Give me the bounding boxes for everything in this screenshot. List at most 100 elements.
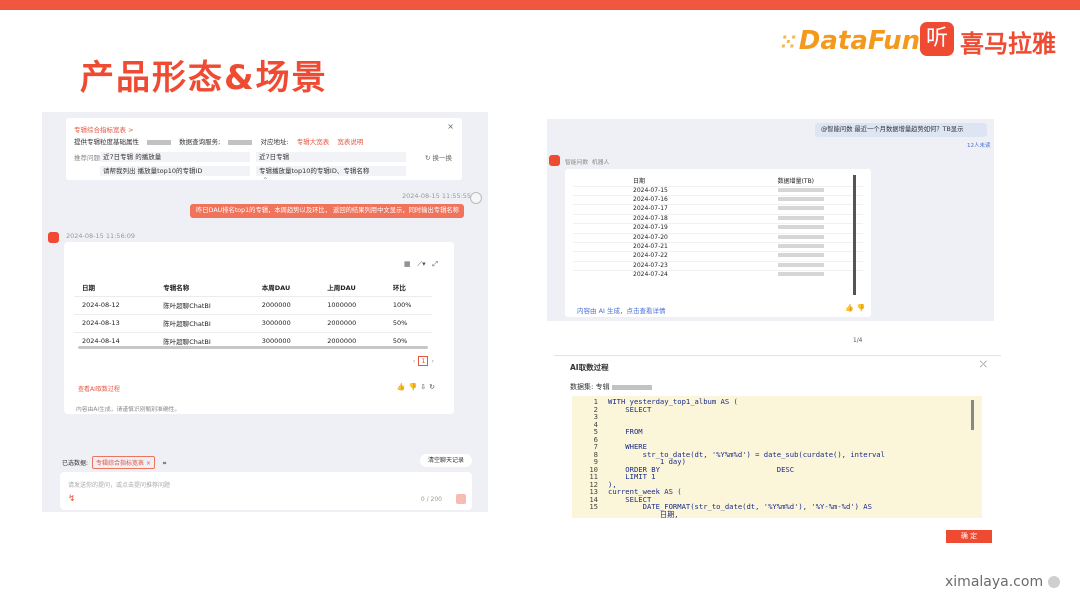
chevron-up-icon[interactable]: ⌃ bbox=[262, 176, 269, 185]
value-cell bbox=[697, 260, 863, 271]
horizontal-scrollbar[interactable] bbox=[78, 346, 428, 349]
table-row: 2024-07-21 bbox=[573, 241, 863, 252]
table-row: 2024-07-19 bbox=[573, 223, 863, 234]
date-cell: 2024-07-19 bbox=[573, 223, 698, 234]
send-button[interactable] bbox=[456, 494, 466, 504]
masked-value bbox=[777, 243, 824, 248]
date-cell: 2024-07-23 bbox=[573, 260, 698, 271]
next-page-icon[interactable]: › bbox=[431, 357, 434, 365]
input-placeholder: 请发送你的提问，或点击提问推荐问题 bbox=[68, 482, 171, 489]
selected-data-chip[interactable]: 专辑综合指标宽表 × bbox=[92, 456, 155, 469]
user-message: 昨日DAU排名top1的专辑，本周趋势以及环比， 返回的结果列用中文显示，同时输… bbox=[190, 204, 464, 218]
code-scrollbar[interactable] bbox=[971, 400, 974, 430]
result-table: 日期 专辑名称 本周DAU 上周DAU 环比 2024-08-12 陈叶超聊Cha… bbox=[74, 278, 432, 350]
expand-icon[interactable]: ⤢ bbox=[432, 260, 438, 268]
ai-icon[interactable]: ↯ bbox=[68, 494, 76, 504]
question-message: @智能问数 最近一个月数据增量趋势如何？TB显示 bbox=[815, 123, 987, 137]
vertical-scrollbar[interactable] bbox=[853, 175, 856, 295]
prompt-row: 提供专辑粒度基础属性 数据查询服务; 对应地址: 专辑大宽表 宽表说明 bbox=[74, 138, 364, 146]
dialog-title: AI取数过程 bbox=[570, 363, 609, 372]
view-detail-link[interactable]: 内容由 AI 生成，点击查看详情 bbox=[577, 305, 666, 315]
page-current[interactable]: 1 bbox=[418, 356, 429, 366]
value-cell bbox=[697, 204, 863, 215]
feedback-icons: 👍👎 bbox=[845, 304, 868, 312]
masked-value bbox=[777, 187, 824, 192]
feedback-icons: 👍👎⇩↻ bbox=[397, 383, 438, 391]
prompt-card: 专辑综合指标宽表 > × 提供专辑粒度基础属性 数据查询服务; 对应地址: 专辑… bbox=[66, 118, 462, 180]
close-icon[interactable]: ⤫ bbox=[980, 360, 987, 370]
chat-panel: 专辑综合指标宽表 > × 提供专辑粒度基础属性 数据查询服务; 对应地址: 专辑… bbox=[42, 112, 488, 512]
prompt-header[interactable]: 专辑综合指标宽表 > bbox=[74, 124, 134, 134]
question-chip[interactable]: 近7日专辑 bbox=[256, 152, 406, 162]
page-title: 产品形态&场景 bbox=[80, 58, 328, 98]
char-count: 0 / 200 bbox=[420, 496, 442, 503]
table-row: 2024-07-17 bbox=[573, 204, 863, 215]
thumbs-down-icon[interactable]: 👎 bbox=[857, 304, 869, 312]
date-cell: 2024-07-17 bbox=[573, 204, 698, 215]
masked-value bbox=[777, 206, 824, 211]
date-cell: 2024-07-15 bbox=[573, 185, 698, 196]
ximalaya-logo-text: 喜马拉雅 bbox=[960, 30, 1056, 58]
qr-icon[interactable]: ⌗ bbox=[163, 460, 166, 467]
wide-table-doc-link[interactable]: 宽表说明 bbox=[337, 138, 363, 146]
column-header: 数据增量(TB) bbox=[777, 177, 815, 185]
table-row: 2024-07-22 bbox=[573, 251, 863, 262]
close-icon[interactable]: × bbox=[447, 122, 454, 131]
datafun-logo: ⁙DataFun. bbox=[780, 26, 931, 56]
masked-value bbox=[777, 262, 824, 267]
pagination: ‹ 1 › bbox=[413, 356, 434, 366]
unread-count[interactable]: 12人未读 bbox=[967, 141, 991, 149]
thumbs-up-icon[interactable]: 👍 bbox=[845, 304, 857, 312]
masked-value bbox=[777, 253, 824, 258]
footer-dot bbox=[1048, 576, 1060, 588]
result-card: ▦ ⟋▾ ⤢ 日期 专辑名称 本周DAU 上周DAU 环比 2024-08-12… bbox=[64, 242, 454, 414]
refresh-icon[interactable]: ↻ bbox=[429, 383, 438, 391]
footer-url: ximalaya.com bbox=[945, 574, 1044, 590]
wide-table-link[interactable]: 专辑大宽表 bbox=[297, 138, 330, 146]
pager: 1/4 bbox=[853, 338, 863, 344]
card-toolbar: ▦ ⟋▾ ⤢ bbox=[404, 260, 438, 269]
column-header: 日期 bbox=[82, 283, 95, 292]
table-row: 2024-07-20 bbox=[573, 232, 863, 243]
question-chip[interactable]: 近7日专辑 的播放量 bbox=[100, 152, 250, 162]
confirm-button[interactable]: 确 定 bbox=[946, 530, 992, 543]
column-header: 日期 bbox=[633, 177, 646, 185]
chart-icon[interactable]: ⟋▾ bbox=[417, 260, 425, 268]
user-timestamp: 2024-08-15 11:55:55 bbox=[402, 192, 472, 200]
ai-disclaimer: 内容由AI生成，请谨慎识别甄别准确性。 bbox=[76, 407, 181, 413]
masked-value bbox=[777, 215, 824, 220]
masked-value bbox=[777, 196, 824, 201]
prev-page-icon[interactable]: ‹ bbox=[413, 357, 416, 365]
selected-data-row: 已选数据: 专辑综合指标宽表 × ⌗ bbox=[62, 456, 166, 469]
download-icon[interactable]: ⇩ bbox=[420, 383, 429, 391]
column-header: 上周DAU bbox=[327, 283, 356, 292]
bot-avatar bbox=[48, 232, 59, 243]
dots-icon: ⁙ bbox=[780, 30, 797, 54]
column-header: 本周DAU bbox=[261, 283, 291, 292]
question-chip[interactable]: 请帮我列出 播放量top10的专辑ID bbox=[100, 166, 250, 176]
table-row: 2024-08-12 陈叶超聊ChatBI 2000000 1000000 100% bbox=[74, 295, 432, 314]
date-cell: 2024-07-21 bbox=[573, 241, 698, 252]
table-icon[interactable]: ▦ bbox=[404, 260, 411, 268]
value-cell bbox=[697, 223, 863, 234]
value-cell bbox=[697, 251, 863, 262]
date-cell: 2024-07-18 bbox=[573, 213, 698, 224]
view-process-link[interactable]: 查看AI取数过程 bbox=[78, 384, 120, 393]
table-row: 2024-08-13 陈叶超聊ChatBI 3000000 2000000 50% bbox=[74, 313, 432, 332]
user-avatar bbox=[470, 192, 482, 204]
thumbs-up-icon[interactable]: 👍 bbox=[397, 383, 409, 391]
bot-timestamp: 2024-08-15 11:56:09 bbox=[66, 232, 136, 240]
clear-history-button[interactable]: 清空聊天记录 bbox=[420, 454, 472, 467]
question-chip[interactable]: 专辑播放量top10的专辑ID、专辑名称 bbox=[256, 166, 406, 176]
table-row: 2024-07-15 bbox=[573, 185, 863, 196]
refresh-button[interactable]: ↻ 换一换 bbox=[425, 152, 452, 162]
date-cell: 2024-07-20 bbox=[573, 232, 698, 243]
date-cell: 2024-07-22 bbox=[573, 251, 698, 262]
chat-input[interactable]: 请发送你的提问，或点击提问推荐问题 ↯ 0 / 200 bbox=[60, 472, 472, 510]
thumbs-down-icon[interactable]: 👎 bbox=[409, 383, 421, 391]
masked-value bbox=[777, 272, 824, 277]
top-accent-bar bbox=[0, 0, 1080, 10]
masked-value bbox=[777, 225, 824, 230]
value-cell bbox=[697, 232, 863, 243]
sql-code-block: 1 2 3 4 5 6 7 8 9 10 11 12 13 14 15 WITH yesterday_top… bbox=[572, 396, 982, 518]
